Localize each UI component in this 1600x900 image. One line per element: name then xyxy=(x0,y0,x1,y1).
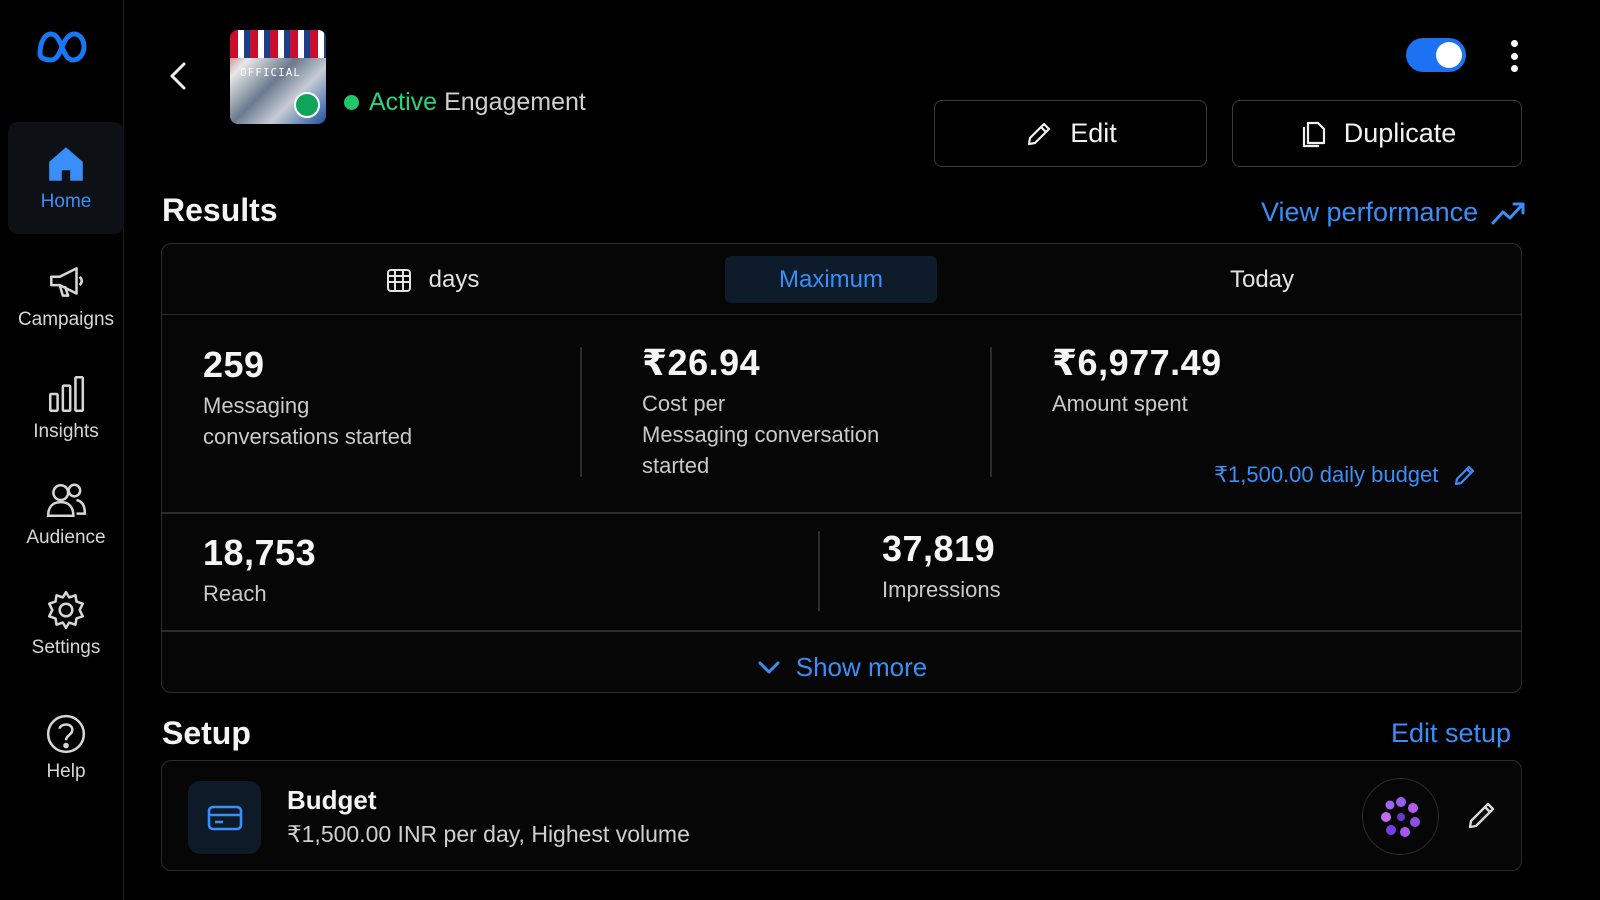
metric-label: Amount spent xyxy=(1052,391,1188,416)
megaphone-icon xyxy=(50,267,84,297)
metric-value: 18,753 xyxy=(203,532,317,573)
setup-title: Setup xyxy=(162,715,251,751)
tab-today-label: Today xyxy=(1229,265,1295,293)
people-icon xyxy=(46,483,87,518)
daily-budget-link[interactable]: ₹1,500.00 daily budget xyxy=(1214,462,1478,488)
sidebar-item-label: Campaigns xyxy=(17,309,115,330)
metric-label: Messaging conversations started xyxy=(203,393,413,449)
sidebar-item-label: Help xyxy=(46,761,86,782)
show-more-button[interactable]: Show more xyxy=(162,634,1521,700)
gear-icon xyxy=(47,590,85,630)
divider xyxy=(162,630,1521,632)
back-button[interactable] xyxy=(160,58,196,94)
budget-card[interactable]: Budget ₹1,500.00 INR per day, Highest vo… xyxy=(161,760,1522,871)
meta-logo-icon[interactable] xyxy=(36,30,88,64)
sidebar-item-label: Home xyxy=(40,191,92,212)
sidebar-item-label: Settings xyxy=(31,637,101,658)
budget-detail: ₹1,500.00 INR per day, Highest volume xyxy=(287,821,690,847)
campaign-toggle[interactable] xyxy=(1406,38,1466,72)
metric-cost-per-conversation: ₹26.94 Cost per Messaging conversation s… xyxy=(642,342,879,481)
home-icon xyxy=(49,147,83,181)
whatsapp-badge-icon xyxy=(294,92,320,118)
tab-maximum[interactable]: Maximum xyxy=(725,256,937,303)
toggle-knob xyxy=(1436,42,1462,68)
sidebar-item-insights[interactable]: Insights xyxy=(8,352,124,464)
metric-value: 37,819 xyxy=(882,528,996,569)
metric-label: Cost per Messaging conversation started xyxy=(642,391,880,478)
duplicate-button-label: Duplicate xyxy=(1343,118,1457,148)
tab-days[interactable]: days xyxy=(312,256,552,303)
view-performance-label: View performance xyxy=(1261,197,1479,227)
pencil-icon xyxy=(1468,802,1495,829)
budget-title: Budget xyxy=(287,785,377,815)
date-range-tabs: days Maximum Today xyxy=(162,244,1521,315)
daily-budget-label: ₹1,500.00 daily budget xyxy=(1214,462,1439,487)
metric-value: ₹26.94 xyxy=(642,342,761,383)
edit-setup-link[interactable]: Edit setup xyxy=(1391,718,1511,749)
status-active-label: Active xyxy=(369,88,438,116)
metric-amount-spent: ₹6,977.49 Amount spent xyxy=(1052,342,1222,419)
chevron-left-icon xyxy=(170,62,186,90)
sidebar-item-label: Audience xyxy=(26,527,106,548)
edit-button-label: Edit xyxy=(1070,118,1117,148)
sidebar-item-label: Insights xyxy=(33,421,99,442)
campaign-status: Active Engagement xyxy=(344,88,586,117)
tab-today[interactable]: Today xyxy=(1162,256,1362,303)
divider xyxy=(990,347,992,477)
metric-value: 259 xyxy=(203,344,265,385)
more-options-icon[interactable] xyxy=(1502,38,1526,74)
credit-card-icon xyxy=(207,805,242,830)
sidebar: Home Campaigns Insights Audience Setting… xyxy=(0,0,124,900)
edit-button[interactable]: Edit xyxy=(934,100,1207,167)
pencil-icon xyxy=(1028,122,1051,145)
sidebar-item-audience[interactable]: Audience xyxy=(8,458,124,570)
sidebar-item-home[interactable]: Home xyxy=(8,122,124,234)
bar-chart-icon xyxy=(48,375,85,413)
calendar-icon xyxy=(386,268,411,292)
sidebar-item-help[interactable]: Help xyxy=(8,692,124,804)
divider xyxy=(818,531,820,611)
trend-up-icon xyxy=(1491,202,1525,224)
chevron-down-icon xyxy=(758,661,780,674)
ad-thumbnail[interactable]: OFFICIAL xyxy=(230,30,326,124)
pencil-icon xyxy=(1455,465,1475,486)
objective-label: Engagement xyxy=(444,88,586,116)
divider xyxy=(162,512,1521,514)
thumbnail-text: OFFICIAL xyxy=(240,66,301,79)
edit-setup-label: Edit setup xyxy=(1391,718,1512,748)
metric-label: Reach xyxy=(203,581,267,606)
help-icon xyxy=(46,714,86,754)
divider xyxy=(580,347,582,477)
sparkle-flower-icon xyxy=(1380,796,1420,837)
ai-assistant-button[interactable] xyxy=(1362,778,1439,855)
metric-reach: 18,753 Reach xyxy=(203,532,316,609)
sidebar-item-campaigns[interactable]: Campaigns xyxy=(8,240,124,352)
view-performance-link[interactable]: View performance xyxy=(1261,197,1526,228)
results-card: days Maximum Today 259 Messaging convers… xyxy=(161,243,1522,693)
duplicate-icon xyxy=(1302,121,1325,147)
status-dot-icon xyxy=(344,95,359,110)
tab-maximum-label: Maximum xyxy=(778,265,883,293)
metric-messaging-conversations: 259 Messaging conversations started xyxy=(203,344,412,452)
tab-days-label: days xyxy=(428,265,480,293)
sidebar-item-settings[interactable]: Settings xyxy=(8,568,124,680)
budget-icon-tile xyxy=(188,781,261,854)
metric-label: Impressions xyxy=(882,577,1001,602)
show-more-label: Show more xyxy=(795,651,928,682)
results-title: Results xyxy=(162,192,278,228)
metric-impressions: 37,819 Impressions xyxy=(882,528,1001,605)
metric-value: ₹6,977.49 xyxy=(1052,342,1222,383)
duplicate-button[interactable]: Duplicate xyxy=(1232,100,1522,167)
edit-budget-button[interactable] xyxy=(1464,797,1500,833)
thumbnail-stripes xyxy=(230,30,326,58)
